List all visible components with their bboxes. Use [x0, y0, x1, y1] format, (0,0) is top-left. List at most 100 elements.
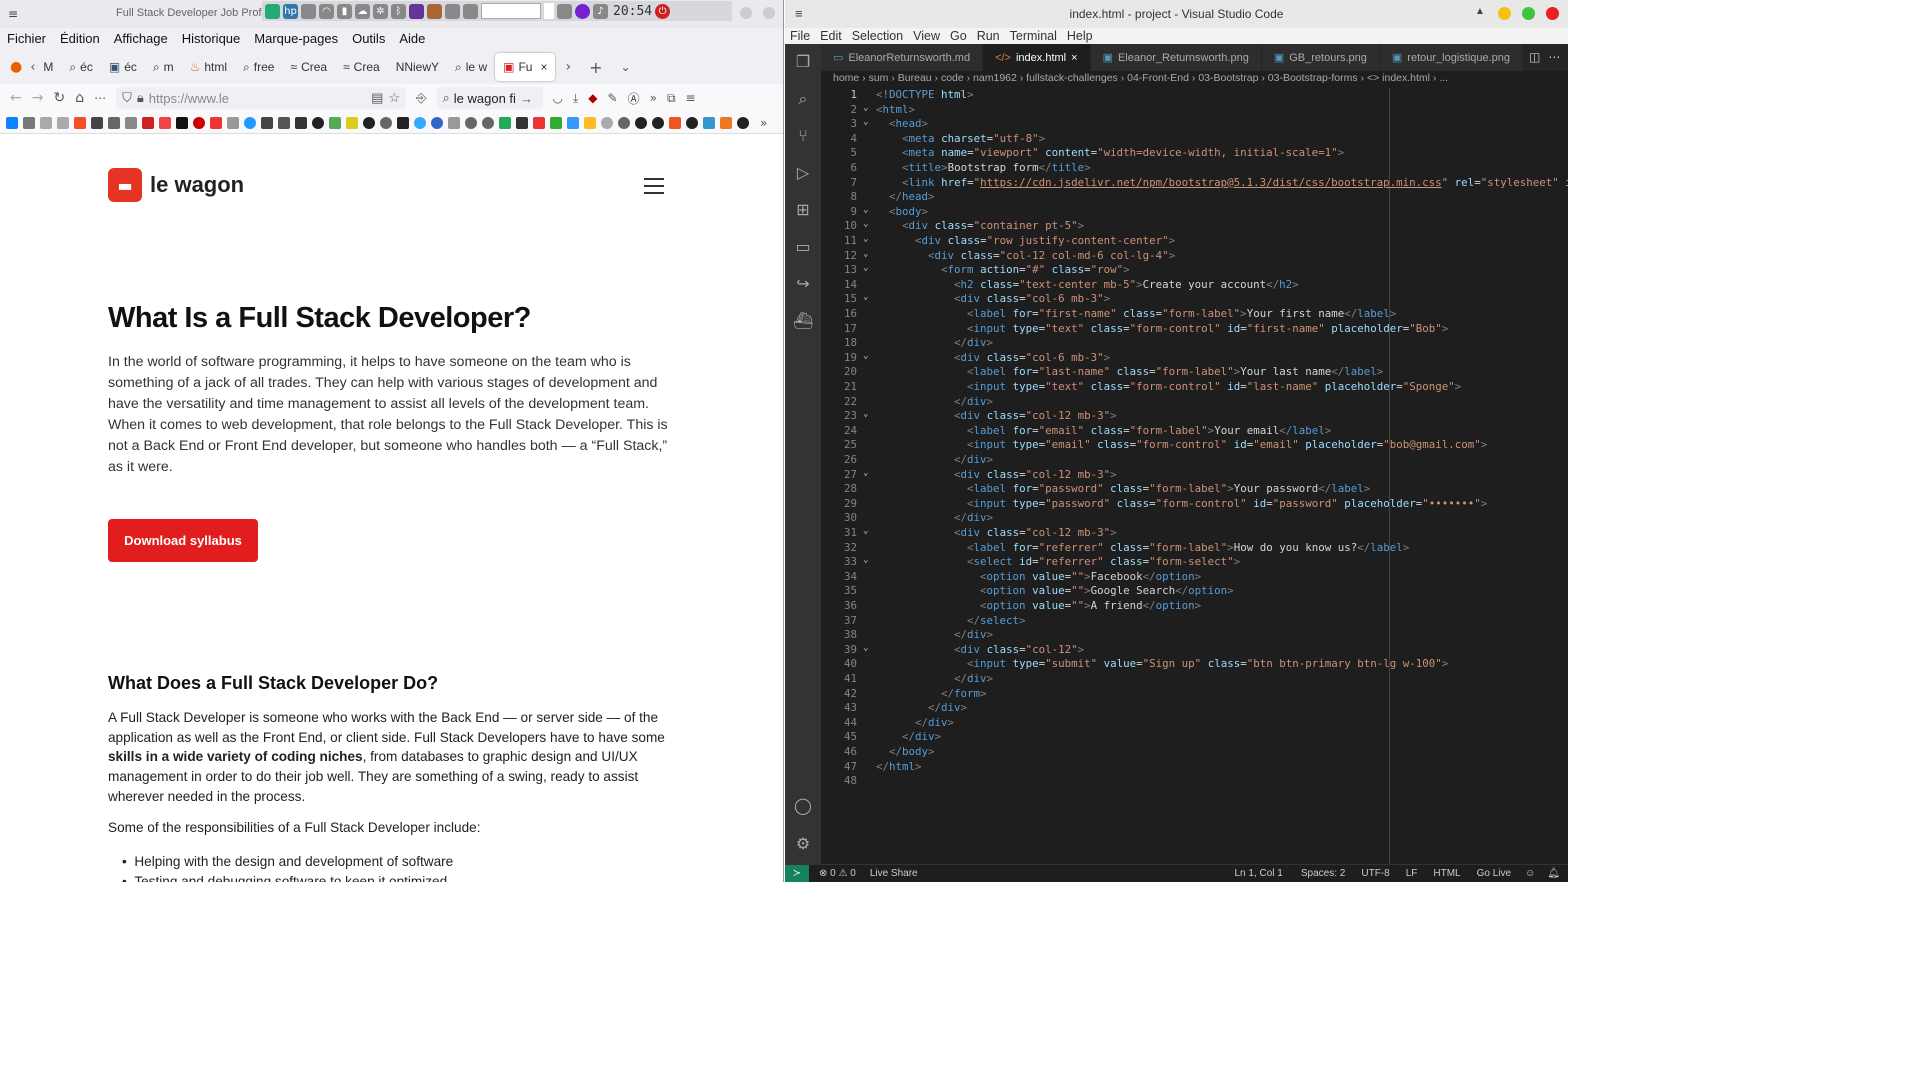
- cursor-position[interactable]: Ln 1, Col 1: [1235, 868, 1283, 879]
- lock-icon[interactable]: ▮: [337, 3, 352, 19]
- bluetooth-icon[interactable]: ᛒ: [391, 3, 406, 19]
- monitor-icon[interactable]: [463, 3, 478, 19]
- window-menu-icon[interactable]: ≡: [8, 7, 18, 21]
- go-arrow-icon[interactable]: →: [520, 91, 533, 106]
- editor-tab-active[interactable]: </> index.html ×: [983, 44, 1091, 71]
- minimize-button[interactable]: [1498, 7, 1511, 20]
- github-icon[interactable]: [312, 116, 324, 129]
- tab[interactable]: ▣ éc: [101, 53, 145, 81]
- github-icon[interactable]: [686, 116, 698, 129]
- menu-go[interactable]: Go: [945, 28, 972, 44]
- extensions-icon[interactable]: ⊞: [793, 200, 813, 220]
- run-debug-icon[interactable]: ▷: [793, 163, 813, 183]
- indentation[interactable]: Spaces: 2: [1301, 868, 1345, 879]
- explorer-icon[interactable]: ❐: [793, 52, 813, 72]
- live-share-button[interactable]: Live Share: [870, 868, 918, 879]
- bookmark-icon[interactable]: [397, 116, 409, 129]
- tab[interactable]: ⌕ éc: [61, 53, 100, 81]
- volume-icon[interactable]: ♪: [593, 3, 608, 19]
- eyedropper-icon[interactable]: ✎: [608, 91, 618, 105]
- gear-icon[interactable]: ⚙: [793, 834, 813, 854]
- search-icon[interactable]: ⌕: [793, 89, 813, 109]
- home-icon[interactable]: ⌂: [75, 90, 84, 106]
- power-icon[interactable]: ⏻: [655, 3, 671, 19]
- menu-view[interactable]: View: [908, 28, 945, 44]
- bookmark-icon[interactable]: [720, 116, 732, 129]
- bookmark-icon[interactable]: [125, 116, 137, 129]
- bookmark-icon[interactable]: [703, 116, 715, 129]
- close-button[interactable]: [763, 7, 775, 19]
- menu-run[interactable]: Run: [972, 28, 1005, 44]
- pocket-icon[interactable]: ◡: [553, 91, 563, 105]
- tray-icon[interactable]: [265, 3, 280, 19]
- tab-active[interactable]: ▣ Fu ×: [495, 53, 556, 81]
- lewagon-logo-icon[interactable]: ▬: [108, 168, 142, 202]
- tab[interactable]: ⌕ free: [235, 53, 282, 81]
- hamburger-menu-icon[interactable]: ≡: [686, 91, 696, 105]
- editor-tab[interactable]: ▭ EleanorReturnsworth.md: [821, 44, 984, 71]
- bookmark-icon[interactable]: [193, 116, 205, 129]
- forward-icon[interactable]: →: [32, 90, 44, 106]
- bookmark-icon[interactable]: [23, 116, 35, 129]
- github-icon[interactable]: [363, 116, 375, 129]
- reload-icon[interactable]: ↻: [53, 90, 65, 106]
- bookmark-icon[interactable]: [516, 116, 528, 129]
- reader-icon[interactable]: ▤: [371, 90, 383, 106]
- star-icon[interactable]: ☆: [388, 90, 400, 106]
- bookmark-icon[interactable]: [244, 116, 256, 129]
- bookmark-icon[interactable]: [346, 116, 358, 129]
- menu-file[interactable]: File: [785, 28, 815, 44]
- ublock-icon[interactable]: ◆: [588, 91, 597, 105]
- bookmark-icon[interactable]: [227, 116, 239, 129]
- bookmark-icon[interactable]: [414, 116, 426, 129]
- account-icon[interactable]: ◯: [793, 796, 813, 816]
- hamburger-menu-icon[interactable]: [644, 178, 664, 199]
- tab[interactable]: ≈ Crea: [335, 53, 388, 81]
- editor-tab[interactable]: ▣ Eleanor_Returnsworth.png: [1090, 44, 1262, 71]
- lock-icon[interactable]: 🔒︎: [137, 90, 144, 106]
- remote-icon[interactable]: ≻: [785, 864, 809, 882]
- bookmark-icon[interactable]: [278, 116, 290, 129]
- minimize-button[interactable]: [740, 7, 752, 19]
- line-ending[interactable]: LF: [1406, 868, 1418, 879]
- app-icon[interactable]: [427, 3, 442, 19]
- gitlab-icon[interactable]: [669, 116, 681, 129]
- overflow-icon[interactable]: »: [650, 91, 657, 105]
- tab[interactable]: NNiewY: [388, 53, 447, 81]
- tab-scroll-right-icon[interactable]: ›: [565, 59, 571, 75]
- bookmark-icon[interactable]: [159, 116, 171, 129]
- menu-fichier[interactable]: Fichier: [0, 28, 53, 50]
- window-menu-icon[interactable]: ≡: [795, 6, 803, 21]
- url-bar[interactable]: ⛉ 🔒︎ https://www.le ▤ ☆: [116, 87, 407, 109]
- wifi-icon[interactable]: ◠: [319, 3, 334, 19]
- back-icon[interactable]: ←: [10, 90, 22, 106]
- close-button[interactable]: [1546, 7, 1559, 20]
- feedback-icon[interactable]: ☺: [1525, 868, 1535, 879]
- tab[interactable]: M: [35, 53, 61, 81]
- github-icon[interactable]: [652, 116, 664, 129]
- menu-terminal[interactable]: Terminal: [1005, 28, 1062, 44]
- close-tab-icon[interactable]: ×: [540, 60, 547, 74]
- cloud-icon[interactable]: ☁: [355, 3, 370, 19]
- globe-icon[interactable]: [465, 116, 477, 129]
- maximize-button[interactable]: [1522, 7, 1535, 20]
- bookmark-icon[interactable]: [142, 116, 154, 129]
- editor-tab[interactable]: ▣ GB_retours.png: [1261, 44, 1380, 71]
- app-icon[interactable]: [575, 3, 590, 19]
- folder-icon[interactable]: [57, 116, 69, 129]
- code-editor[interactable]: 1 <!DOCTYPE html> 2 ⌄ <html> 3 ⌄ <head> 4 <m…: [821, 88, 1568, 864]
- new-tab-icon[interactable]: +: [589, 58, 602, 77]
- menu-marque-pages[interactable]: Marque-pages: [247, 28, 345, 50]
- menu-aide[interactable]: Aide: [392, 28, 432, 50]
- extensions-icon[interactable]: ⧉: [667, 91, 676, 106]
- more-actions-icon[interactable]: ⋯: [1546, 44, 1568, 71]
- go-live-button[interactable]: Go Live: [1477, 868, 1511, 879]
- globe-icon[interactable]: [618, 116, 630, 129]
- bookmark-icon[interactable]: [584, 116, 596, 129]
- search-bar[interactable]: ⌕ le wagon fi →: [436, 87, 543, 109]
- tab[interactable]: ≈ Crea: [282, 53, 335, 81]
- menu-affichage[interactable]: Affichage: [107, 28, 175, 50]
- bookmark-icon[interactable]: [176, 116, 188, 129]
- chevron-up-icon[interactable]: ▲: [1475, 6, 1485, 17]
- notes-icon[interactable]: [301, 3, 316, 19]
